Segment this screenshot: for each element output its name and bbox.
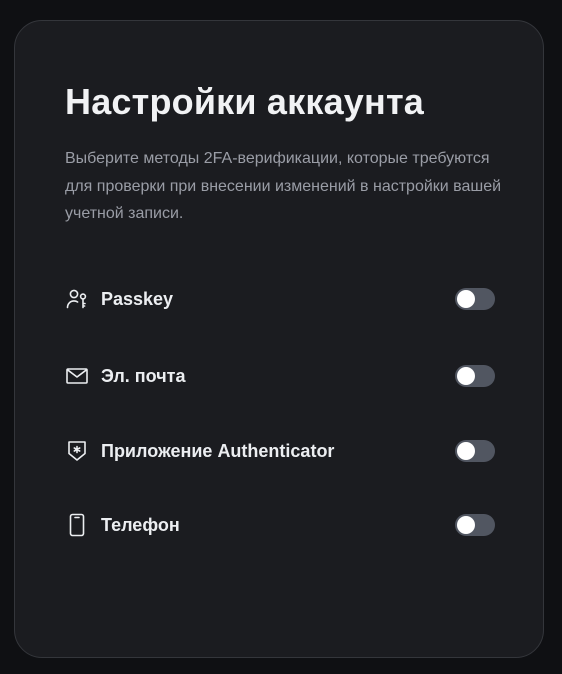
option-label: Passkey [101, 289, 174, 309]
toggle-knob [457, 442, 475, 460]
option-authenticator: Приложение Authenticator [65, 437, 495, 465]
option-email: Эл. почта [65, 362, 495, 390]
authenticator-toggle[interactable] [455, 440, 495, 462]
option-label: Приложение Authenticator [101, 441, 335, 461]
option-phone: Телефон [65, 511, 495, 539]
settings-description: Выберите методы 2FA-верификации, которые… [65, 150, 502, 222]
toggle-knob [457, 516, 475, 534]
account-settings-card: Настройки аккаунта Выберите методы 2FA-в… [14, 20, 544, 658]
passkey-icon [65, 287, 89, 311]
mail-icon [65, 364, 89, 388]
phone-toggle[interactable] [455, 514, 495, 536]
email-toggle[interactable] [455, 365, 495, 387]
option-label: Эл. почта [101, 366, 186, 386]
authenticator-icon [65, 439, 89, 463]
toggle-knob [457, 367, 475, 385]
toggle-knob [457, 290, 475, 308]
option-label: Телефон [101, 515, 180, 535]
page-title: Настройки аккаунта [65, 81, 425, 122]
passkey-toggle[interactable] [455, 288, 495, 310]
option-passkey: Passkey [65, 285, 495, 313]
phone-icon [65, 513, 89, 537]
